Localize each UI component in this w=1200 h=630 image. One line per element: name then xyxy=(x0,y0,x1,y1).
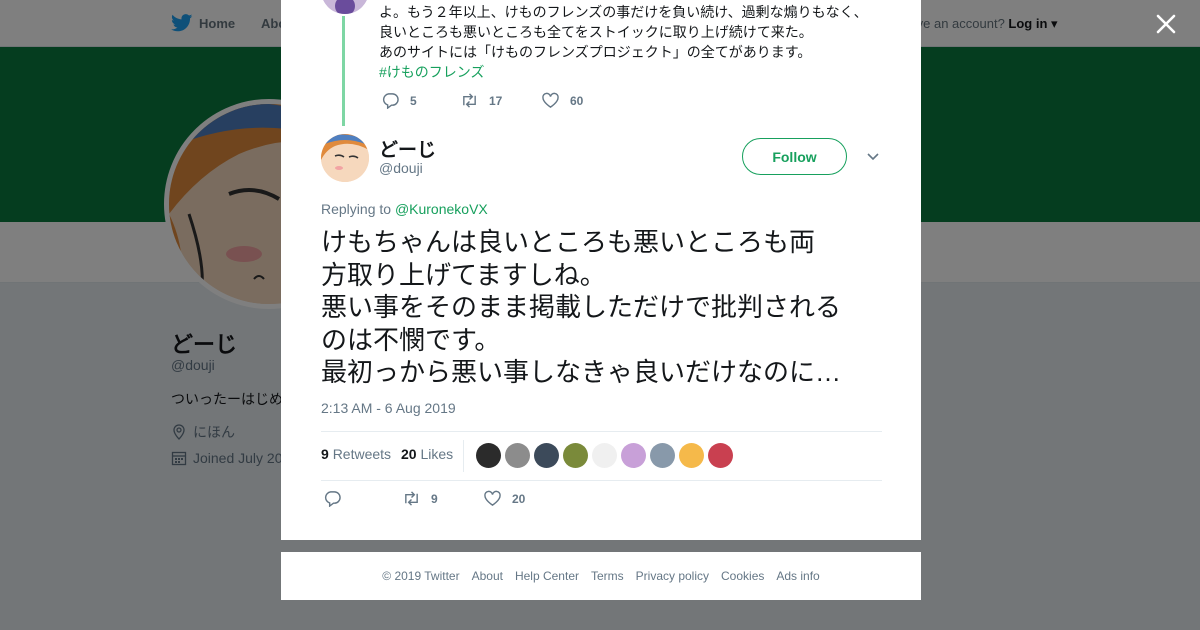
reply-icon xyxy=(324,491,341,507)
liker-avatar[interactable] xyxy=(592,443,617,468)
avatar-image-icon xyxy=(321,0,369,14)
footer-link-privacy[interactable]: Privacy policy xyxy=(636,569,709,583)
avatar-image-icon xyxy=(321,134,369,182)
previous-tweet-avatar[interactable] xyxy=(321,0,369,14)
retweet-icon xyxy=(463,93,476,108)
footer-copyright: © 2019 Twitter xyxy=(382,569,460,583)
stats-divider xyxy=(463,440,464,472)
heart-icon xyxy=(542,92,559,108)
liker-avatar[interactable] xyxy=(505,443,530,468)
retweet-count: 9 xyxy=(431,491,438,506)
tweet-text: けもちゃんは良いところも悪いところも両 方取り上げてますしね。 悪い事をそのまま… xyxy=(321,226,891,389)
like-button[interactable]: 60 xyxy=(541,92,621,109)
tweet-text-line: のは不憫です。 xyxy=(321,324,501,355)
liker-avatar[interactable] xyxy=(679,443,704,468)
previous-tweet-text: よ。もう２年以上、けものフレンズの事だけを負い続け、過剰な煽りもなく、 良いとこ… xyxy=(379,2,879,82)
replying-to: Replying to @KuronekoVX xyxy=(321,201,488,217)
tweet-text-line: 方取り上げてますしね。 xyxy=(321,259,606,290)
liker-avatar[interactable] xyxy=(650,443,675,468)
reply-count: 5 xyxy=(410,93,417,108)
footer-link-help-center[interactable]: Help Center xyxy=(515,569,579,583)
retweet-count: 17 xyxy=(489,93,503,108)
author-handle[interactable]: @douji xyxy=(379,160,423,176)
modal-footer: © 2019 Twitter About Help Center Terms P… xyxy=(281,552,921,600)
tweet-stats: 9 Retweets 20 Likes xyxy=(321,431,882,481)
like-button[interactable]: 20 xyxy=(483,490,563,507)
retweets-stat[interactable]: 9 Retweets xyxy=(321,446,391,462)
reply-button[interactable]: 5 xyxy=(381,92,460,109)
like-count: 20 xyxy=(512,491,526,506)
previous-tweet-line: よ。もう２年以上、けものフレンズの事だけを負い続け、過剰な煽りもなく、 xyxy=(379,4,868,20)
tweet-text-line: 最初っから悪い事しなきゃ良いだけなのに… xyxy=(321,357,842,387)
liker-avatar[interactable] xyxy=(563,443,588,468)
retweet-icon xyxy=(405,491,418,506)
retweets-stat-label: Retweets xyxy=(332,446,392,462)
likes-stat-label: Likes xyxy=(420,446,454,462)
tweet-timestamp[interactable]: 2:13 AM - 6 Aug 2019 xyxy=(321,400,456,416)
liker-avatars xyxy=(476,443,737,468)
replying-to-link[interactable]: @KuronekoVX xyxy=(395,201,488,217)
footer-link-ads-info[interactable]: Ads info xyxy=(776,569,819,583)
replying-to-prefix: Replying to xyxy=(321,201,392,217)
liker-avatar[interactable] xyxy=(708,443,733,468)
footer-link-terms[interactable]: Terms xyxy=(591,569,624,583)
author-name[interactable]: どーじ xyxy=(379,135,436,162)
hashtag-link[interactable]: #けものフレンズ xyxy=(379,62,879,82)
tweet-text-line: 悪い事をそのまま掲載しただけで批判される xyxy=(321,292,842,322)
reply-icon xyxy=(382,93,399,109)
like-count: 60 xyxy=(570,93,584,108)
tweet-actions: 9 20 xyxy=(323,490,563,507)
follow-button[interactable]: Follow xyxy=(742,138,847,175)
previous-tweet-line: 良いところも悪いところも全てをストイックに取り上げ続けて来た。 xyxy=(379,24,813,40)
likes-stat-count: 20 xyxy=(401,446,417,462)
reply-button[interactable] xyxy=(323,490,402,507)
thread-connector-line xyxy=(342,16,345,126)
author-avatar[interactable] xyxy=(321,134,369,182)
previous-tweet-actions: 5 17 60 xyxy=(381,92,621,109)
footer-link-cookies[interactable]: Cookies xyxy=(721,569,764,583)
retweet-button[interactable]: 17 xyxy=(460,92,541,109)
close-icon[interactable] xyxy=(1155,13,1177,35)
tweet-permalink-modal: よ。もう２年以上、けものフレンズの事だけを負い続け、過剰な煽りもなく、 良いとこ… xyxy=(281,0,921,540)
retweets-stat-count: 9 xyxy=(321,446,329,462)
retweet-button[interactable]: 9 xyxy=(402,490,483,507)
heart-icon xyxy=(484,490,501,506)
footer-link-about[interactable]: About xyxy=(472,569,503,583)
likes-stat[interactable]: 20 Likes xyxy=(401,446,453,462)
tweet-text-line: けもちゃんは良いところも悪いところも両 xyxy=(321,227,816,257)
liker-avatar[interactable] xyxy=(476,443,501,468)
chevron-down-icon[interactable] xyxy=(866,150,880,164)
previous-tweet-line: あのサイトには「けものフレンズプロジェクト」の全てがあります。 xyxy=(379,44,812,60)
liker-avatar[interactable] xyxy=(534,443,559,468)
liker-avatar[interactable] xyxy=(621,443,646,468)
